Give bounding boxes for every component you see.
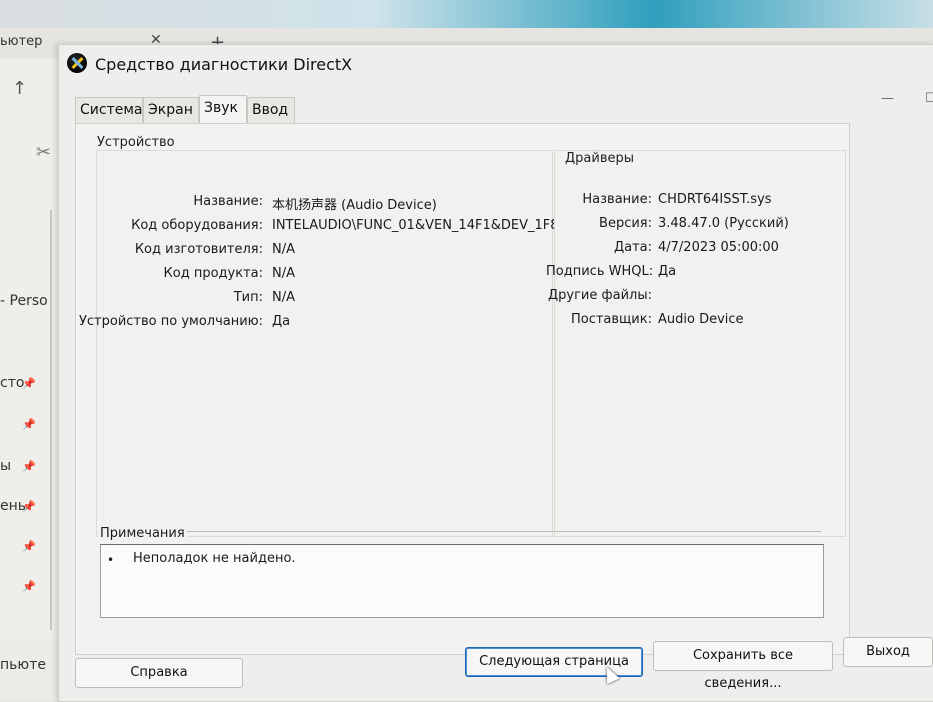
field-label: Дата: <box>613 240 652 255</box>
pin-icon: 📌 <box>22 377 36 390</box>
notes-title: Примечания <box>98 526 187 541</box>
directx-app-icon <box>67 53 87 73</box>
sidebar-item-label[interactable]: - Perso <box>0 293 48 309</box>
minimize-icon[interactable]: — <box>881 91 894 106</box>
dialog-title: Средство диагностики DirectX <box>95 55 353 74</box>
field-label: Версия: <box>599 216 652 231</box>
field-value: 3.48.47.0 (Русский) <box>658 216 789 231</box>
field-label: Подпись WHQL: <box>546 264 654 279</box>
pin-icon: 📌 <box>22 460 36 473</box>
pin-icon: 📌 <box>22 418 36 431</box>
field-label: Код оборудования: <box>131 218 263 233</box>
field-value: Да <box>272 314 291 329</box>
field-value: 本机扬声器 (Audio Device) <box>272 198 437 213</box>
pin-icon: 📌 <box>22 500 36 513</box>
save-all-info-button[interactable]: Сохранить все сведения... <box>653 641 833 691</box>
drivers-group <box>554 150 846 537</box>
directx-diagnostic-dialog: Средство диагностики DirectX — ☐ Система… <box>58 44 933 702</box>
field-label: Код изготовителя: <box>134 242 263 257</box>
tab-sound[interactable]: Звук <box>199 95 247 123</box>
tab-system[interactable]: Система <box>75 97 143 123</box>
dialog-titlebar[interactable]: Средство диагностики DirectX <box>59 45 933 89</box>
desktop-wallpaper-strip <box>0 0 933 30</box>
field-value: N/A <box>272 242 295 257</box>
device-group-title: Устройство <box>94 135 178 150</box>
notes-divider <box>166 531 821 532</box>
field-label: Название: <box>582 192 652 207</box>
sidebar-item-label[interactable]: сто <box>0 375 24 391</box>
tab-input[interactable]: Ввод <box>247 97 295 123</box>
bullet-icon: • <box>107 553 115 567</box>
sidebar-item-label[interactable]: пьюте <box>0 657 46 673</box>
explorer-tab-title[interactable]: ьютер <box>0 34 42 49</box>
pin-icon: 📌 <box>22 540 36 553</box>
field-value: N/A <box>272 266 295 281</box>
field-label: Поставщик: <box>570 312 652 327</box>
tab-display[interactable]: Экран <box>143 97 199 123</box>
field-value: INTELAUDIO\FUNC_01&VEN_14F1&DEV_1F87& <box>272 218 577 233</box>
maximize-icon[interactable]: ☐ <box>925 91 933 106</box>
help-button[interactable]: Справка <box>75 658 243 688</box>
note-item: Неполадок не найдено. <box>133 551 296 566</box>
drivers-group-title: Драйверы <box>562 151 637 166</box>
field-label: Тип: <box>233 290 263 305</box>
field-value: Да <box>658 264 677 279</box>
field-label: Другие файлы: <box>548 288 652 303</box>
field-value: Audio Device <box>658 312 744 327</box>
up-arrow-icon[interactable]: ↑ <box>12 78 27 99</box>
exit-button[interactable]: Выход <box>843 637 933 667</box>
field-label: Код продукта: <box>163 266 263 281</box>
pin-icon: 📌 <box>22 580 36 593</box>
field-label: Название: <box>193 194 263 209</box>
field-value: CHDRT64ISST.sys <box>658 192 772 207</box>
cut-icon[interactable]: ✂ <box>36 142 51 163</box>
field-value: 4/7/2023 05:00:00 <box>658 240 779 255</box>
notes-textbox[interactable]: • Неполадок не найдено. <box>100 544 824 618</box>
field-value: N/A <box>272 290 295 305</box>
sidebar-item-label[interactable]: ы <box>0 458 11 474</box>
field-label: Устройство по умолчанию: <box>78 314 263 329</box>
sound-tab-panel: Устройство Название: 本机扬声器 (Audio Device… <box>75 123 850 655</box>
explorer-divider <box>50 210 52 630</box>
